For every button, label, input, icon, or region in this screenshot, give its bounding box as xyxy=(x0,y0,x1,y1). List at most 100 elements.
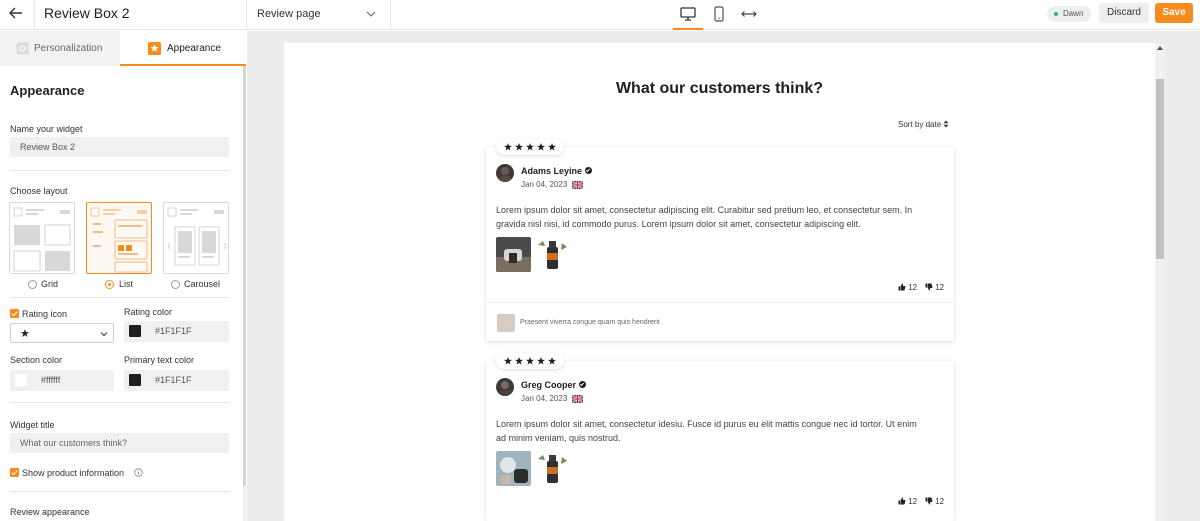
layout-grid-label: Grid xyxy=(41,279,59,289)
panel-heading: Appearance xyxy=(10,83,85,98)
discard-button[interactable]: Discard xyxy=(1099,3,1149,23)
theme-badge: Dawn xyxy=(1047,6,1092,22)
sort-arrows-icon xyxy=(943,120,949,128)
uk-flag-icon xyxy=(572,181,583,189)
rating-color-swatch[interactable] xyxy=(129,325,141,337)
dislike-count: 12 xyxy=(935,497,945,506)
review-date: Jan 04, 2023 xyxy=(521,394,568,403)
review-card: Adams Leyine Jan 04, 2023 Lorem ipsum do… xyxy=(486,147,954,341)
divider xyxy=(10,491,229,492)
panel-scrollbar[interactable] xyxy=(243,66,246,521)
primary-text-color-label: Primary text color xyxy=(124,355,195,365)
show-product-label: Show product information xyxy=(22,468,125,478)
scrollbar-thumb[interactable] xyxy=(243,66,246,486)
choose-layout-label: Choose layout xyxy=(10,186,68,196)
primary-text-color-field[interactable]: #1F1F1F xyxy=(124,370,229,391)
rating-color-label: Rating color xyxy=(124,307,173,317)
dislike-button[interactable]: 12 xyxy=(925,497,944,506)
review-body: Lorem ipsum dolor sit amet, consectetur … xyxy=(496,203,946,231)
desktop-view-icon[interactable] xyxy=(679,5,697,23)
divider xyxy=(10,297,229,298)
thumbs-down-icon xyxy=(925,283,933,291)
radio-icon xyxy=(28,280,37,289)
rating-icon-select[interactable]: ★ xyxy=(10,323,114,343)
review-body-line: ad minim veniam, quis nostrud. xyxy=(496,433,621,443)
dislike-button[interactable]: 12 xyxy=(925,283,944,292)
review-body-line: Lorem ipsum dolor sit amet, consectetur … xyxy=(496,419,917,429)
panel-tabs: Personalization Appearance xyxy=(0,31,246,66)
info-icon[interactable] xyxy=(134,468,143,477)
store-avatar xyxy=(497,314,515,332)
show-product-checkbox[interactable] xyxy=(10,468,19,477)
layout-grid-option[interactable] xyxy=(9,202,75,274)
like-count: 12 xyxy=(908,497,918,506)
radio-selected-icon xyxy=(105,280,114,289)
layout-list-option[interactable] xyxy=(86,202,152,274)
grid-layout-icon xyxy=(13,207,71,272)
rating-icon-checkbox[interactable] xyxy=(10,309,19,318)
primary-text-color-value: #1F1F1F xyxy=(155,375,192,385)
section-color-swatch[interactable] xyxy=(15,374,27,386)
full-width-icon[interactable] xyxy=(740,5,758,23)
avatar xyxy=(496,378,514,396)
layout-carousel-label: Carousel xyxy=(184,279,221,289)
star-badge-icon xyxy=(148,42,161,55)
review-body: Lorem ipsum dolor sit amet, consectetur … xyxy=(496,417,946,445)
back-arrow-icon[interactable] xyxy=(8,5,24,21)
verified-icon xyxy=(585,167,592,174)
sort-label: Sort by date xyxy=(898,120,942,129)
uk-flag-icon xyxy=(572,395,583,403)
divider xyxy=(390,0,391,30)
section-color-field[interactable]: #ffffff xyxy=(10,370,114,391)
settings-panel: Personalization Appearance Appearance Na… xyxy=(0,31,246,521)
dislike-count: 12 xyxy=(935,283,945,292)
divider xyxy=(486,302,954,303)
preview-scrollbar[interactable] xyxy=(1155,43,1165,521)
review-photo[interactable] xyxy=(496,237,531,272)
scroll-up-arrow-icon[interactable] xyxy=(1157,46,1163,50)
widget-name-input[interactable]: Review Box 2 xyxy=(10,137,229,157)
review-date: Jan 04, 2023 xyxy=(521,180,568,189)
section-color-value: #ffffff xyxy=(41,375,61,385)
layout-carousel-option[interactable] xyxy=(163,202,229,274)
rating-color-field[interactable]: #1F1F1F xyxy=(124,321,229,342)
rating-color-value: #1F1F1F xyxy=(155,326,192,336)
scrollbar-thumb[interactable] xyxy=(1156,79,1164,259)
review-body-line: Lorem ipsum dolor sit amet, consectetur … xyxy=(496,205,913,215)
like-count: 12 xyxy=(908,283,918,292)
section-color-label: Section color xyxy=(10,355,63,365)
review-photo[interactable] xyxy=(496,451,531,486)
review-photo[interactable] xyxy=(535,451,570,486)
save-button[interactable]: Save xyxy=(1155,3,1193,23)
widget-name-title: Review Box 2 xyxy=(44,5,130,21)
widget-title-input[interactable]: What our customers think? xyxy=(10,433,229,453)
widget-title: What our customers think? xyxy=(615,80,824,97)
preview-canvas: What our customers think? Sort by date A… xyxy=(247,31,1200,521)
like-button[interactable]: 12 xyxy=(898,283,917,292)
star-icon: ★ xyxy=(20,328,30,340)
avatar xyxy=(496,164,514,182)
store-reply: Praesent viverra congue quam quis hendre… xyxy=(520,319,660,326)
sort-dropdown[interactable]: Sort by date xyxy=(898,120,949,129)
review-body-line: gravida nisl nisi, id commodo purus. Lor… xyxy=(496,219,861,229)
review-appearance-label: Review appearance xyxy=(10,507,90,517)
status-dot-icon xyxy=(1054,12,1058,16)
page-select[interactable]: Review page xyxy=(247,0,390,30)
radio-icon xyxy=(171,280,180,289)
mobile-view-icon[interactable] xyxy=(710,5,728,23)
chevron-down-icon xyxy=(100,332,108,337)
rating-icon-label: Rating icon xyxy=(22,309,68,319)
rating-stars xyxy=(496,139,564,155)
reviewer-name: Adams Leyine xyxy=(521,166,583,176)
like-button[interactable]: 12 xyxy=(898,497,917,506)
five-stars-icon xyxy=(504,143,556,151)
rating-stars xyxy=(496,353,564,369)
primary-text-color-swatch[interactable] xyxy=(129,374,141,386)
list-layout-icon xyxy=(90,207,148,273)
five-stars-icon xyxy=(504,357,556,365)
tab-appearance[interactable]: Appearance xyxy=(120,31,246,66)
layout-list-label: List xyxy=(119,279,134,289)
review-photo[interactable] xyxy=(535,237,570,272)
divider xyxy=(10,402,229,403)
tab-personalization[interactable]: Personalization xyxy=(0,31,120,66)
